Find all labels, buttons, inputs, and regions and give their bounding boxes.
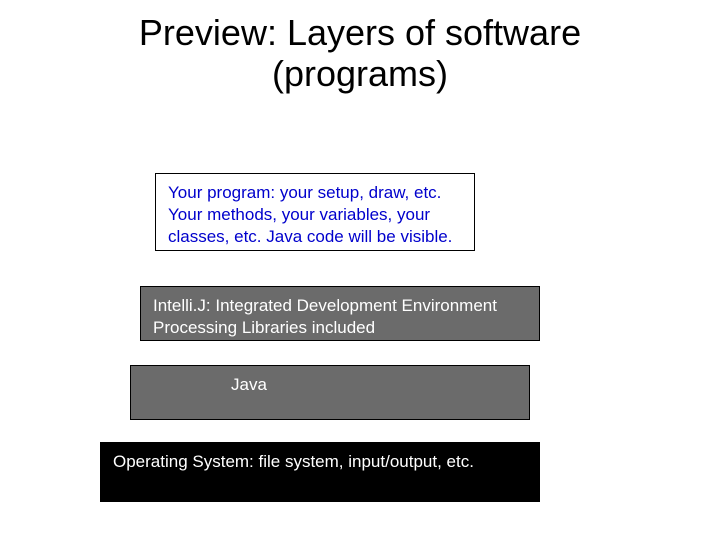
layer-box-your-program: Your program: your setup, draw, etc. You… xyxy=(155,173,475,251)
layer-box-operating-system: Operating System: file system, input/out… xyxy=(100,442,540,502)
slide: Preview: Layers of software (programs) Y… xyxy=(0,0,720,540)
layer-text-operating-system: Operating System: file system, input/out… xyxy=(113,452,474,471)
slide-title: Preview: Layers of software (programs) xyxy=(0,12,720,95)
layer-text-your-program: Your program: your setup, draw, etc. You… xyxy=(168,183,452,246)
layer-box-java: Java xyxy=(130,365,530,420)
layer-text-java: Java xyxy=(231,375,267,394)
layer-text-intellij: Intelli.J: Integrated Development Enviro… xyxy=(153,296,497,337)
layer-box-intellij: Intelli.J: Integrated Development Enviro… xyxy=(140,286,540,341)
